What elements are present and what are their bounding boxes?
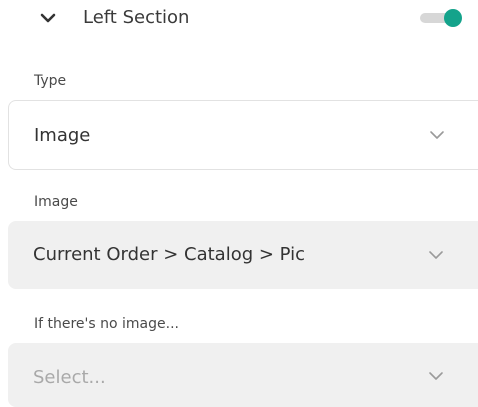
chevron-down-icon bbox=[427, 125, 447, 145]
image-select[interactable]: Current Order > Catalog > Pic bbox=[8, 221, 478, 289]
no-image-label: If there's no image... bbox=[34, 316, 179, 332]
type-select-value: Image bbox=[34, 125, 91, 146]
no-image-select[interactable]: Select... bbox=[8, 343, 478, 407]
type-label: Type bbox=[34, 73, 67, 89]
section-header: Left Section bbox=[0, 0, 478, 36]
no-image-select-placeholder: Select... bbox=[33, 367, 106, 388]
type-select[interactable]: Image bbox=[8, 100, 478, 170]
image-select-value: Current Order > Catalog > Pic bbox=[33, 244, 306, 265]
toggle-knob bbox=[444, 9, 462, 27]
section-title: Left Section bbox=[83, 7, 190, 28]
chevron-down-icon bbox=[426, 245, 446, 265]
section-enabled-toggle[interactable] bbox=[420, 8, 464, 28]
chevron-down-icon[interactable] bbox=[38, 8, 58, 28]
left-section-panel: Left Section Type Image Image Current Or… bbox=[0, 0, 478, 407]
chevron-down-icon bbox=[426, 366, 446, 386]
image-label: Image bbox=[34, 194, 78, 210]
